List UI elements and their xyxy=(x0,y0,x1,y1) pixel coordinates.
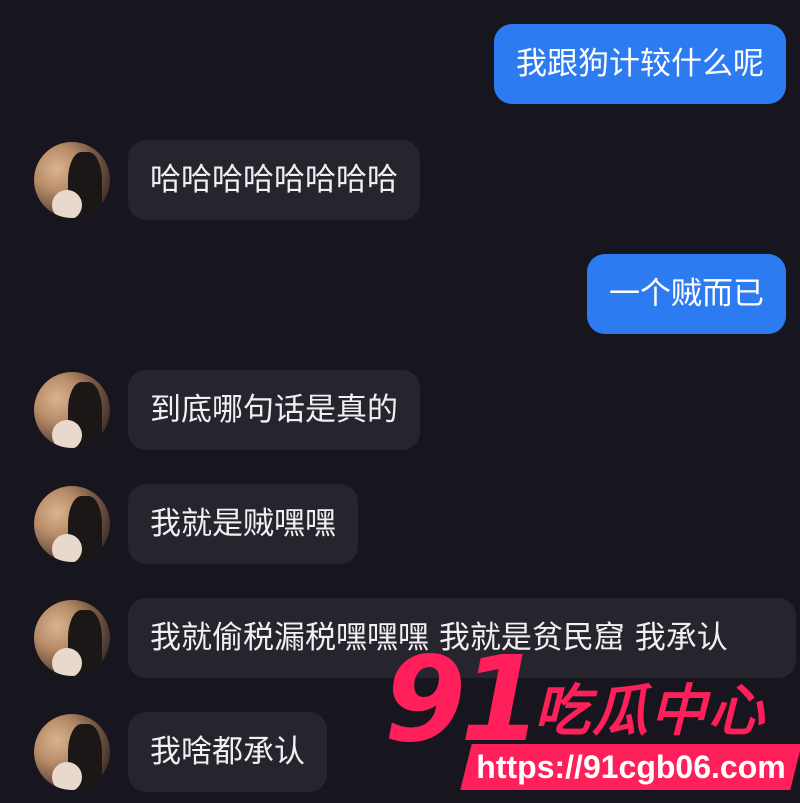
watermark-number: 91 xyxy=(384,630,542,768)
message-bubble[interactable]: 我跟狗计较什么呢 xyxy=(494,24,786,104)
message-bubble[interactable]: 一个贼而已 xyxy=(587,254,786,334)
contact-avatar[interactable] xyxy=(34,714,110,790)
message-bubble[interactable]: 我就是贼嘿嘿 xyxy=(128,484,358,564)
message-received: 我就是贼嘿嘿 xyxy=(128,484,358,564)
avatar-face xyxy=(52,534,82,562)
message-sent: 我跟狗计较什么呢 xyxy=(494,24,786,104)
avatar-face xyxy=(52,420,82,448)
watermark-title: 吃瓜中心 xyxy=(534,679,766,744)
message-bubble[interactable]: 哈哈哈哈哈哈哈哈 xyxy=(128,140,420,220)
message-bubble[interactable]: 我啥都承认 xyxy=(128,712,327,792)
watermark-url-banner: https://91cgb06.com xyxy=(460,744,800,790)
contact-avatar[interactable] xyxy=(34,486,110,562)
message-received: 我啥都承认 xyxy=(128,712,327,792)
avatar-face xyxy=(52,190,82,218)
message-received: 到底哪句话是真的 xyxy=(128,370,420,450)
message-received: 哈哈哈哈哈哈哈哈 xyxy=(128,140,420,220)
message-bubble[interactable]: 到底哪句话是真的 xyxy=(128,370,420,450)
contact-avatar[interactable] xyxy=(34,372,110,448)
avatar-face xyxy=(52,648,82,676)
chat-conversation: 我跟狗计较什么呢 哈哈哈哈哈哈哈哈 一个贼而已 到底哪句话是真的 我就是贼嘿嘿 … xyxy=(0,0,800,803)
contact-avatar[interactable] xyxy=(34,600,110,676)
watermark-url: https://91cgb06.com xyxy=(476,749,786,785)
avatar-face xyxy=(52,762,82,790)
contact-avatar[interactable] xyxy=(34,142,110,218)
site-watermark: 91 吃瓜中心 https://91cgb06.com xyxy=(384,640,800,803)
message-sent: 一个贼而已 xyxy=(587,254,786,334)
